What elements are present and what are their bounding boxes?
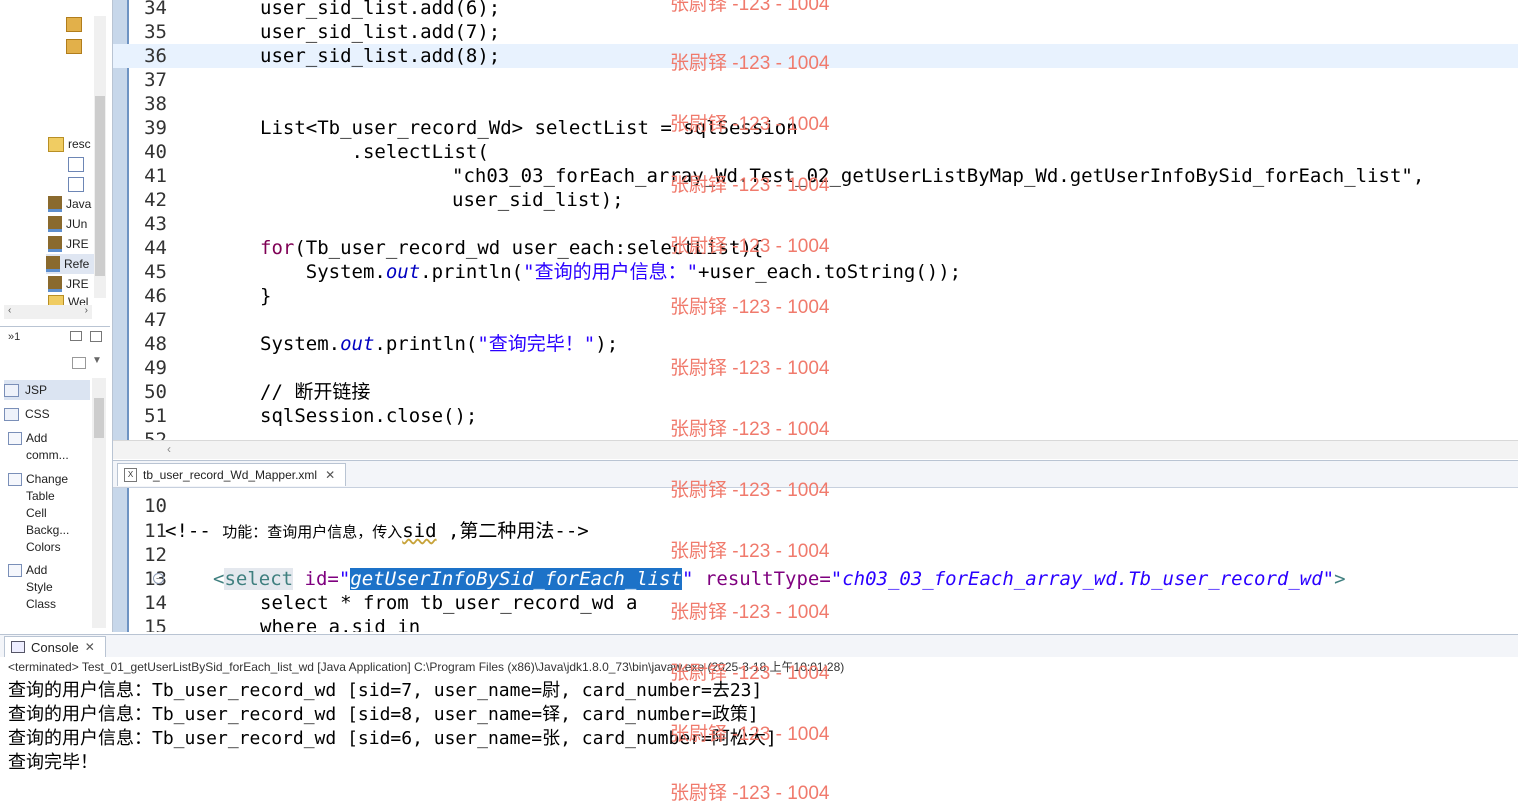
palette-item-add-style-class[interactable]: Add Style Class xyxy=(8,562,96,613)
tree-item[interactable]: JUn xyxy=(48,214,87,234)
watermark: 张尉铎 -123 - 1004 xyxy=(670,0,830,15)
watermark: 张尉铎 -123 - 1004 xyxy=(670,358,830,379)
scroll-right-icon[interactable]: › xyxy=(85,305,88,316)
palette-panel: JSP CSS Add comm... Change Table Cell Ba… xyxy=(0,378,110,632)
chevron-down-icon[interactable]: ▼ xyxy=(92,355,102,366)
watermark: 张尉铎 -123 - 1004 xyxy=(670,175,830,196)
snippet-icon xyxy=(8,564,22,577)
scroll-left-icon[interactable]: ‹ xyxy=(167,442,171,456)
view-menu-chevron[interactable]: »1 xyxy=(8,331,20,343)
code-line[interactable]: 48 System.out.println("查询完毕！"); xyxy=(113,332,1518,356)
code-line[interactable]: 40 .selectList( xyxy=(113,140,1518,164)
watermark: 张尉铎 -123 - 1004 xyxy=(670,419,830,440)
tree-item-selected[interactable]: Refe xyxy=(46,254,94,274)
palette-item-add-comment[interactable]: Add comm... xyxy=(8,430,96,464)
package-icon xyxy=(66,38,82,54)
close-icon[interactable]: ✕ xyxy=(325,468,335,482)
jsp-drawer-icon xyxy=(4,383,19,397)
close-icon[interactable]: ✕ xyxy=(85,640,95,654)
xml-file-icon xyxy=(68,176,84,192)
maximize-icon[interactable] xyxy=(90,331,102,342)
library-icon xyxy=(48,216,62,232)
tree-item[interactable]: Java xyxy=(48,194,91,214)
tree-item[interactable]: resc xyxy=(48,134,91,154)
code-line[interactable]: 38 xyxy=(113,92,1518,116)
watermark: 张尉铎 -123 - 1004 xyxy=(670,724,830,745)
palette-toolbar: »1 ▼ xyxy=(0,326,110,377)
snippet-icon xyxy=(8,473,22,486)
tab-mapper-xml[interactable]: X tb_user_record_Wd_Mapper.xml ✕ xyxy=(117,463,347,486)
minimize-icon[interactable] xyxy=(70,331,82,341)
code-line[interactable]: 43 xyxy=(113,212,1518,236)
code-line[interactable]: 13 − <select id="getUserInfoBySid_forEac… xyxy=(113,567,1518,591)
css-drawer-icon xyxy=(4,407,19,421)
xml-file-icon: X xyxy=(124,468,137,482)
tree-node[interactable] xyxy=(68,154,88,174)
palette-category-jsp[interactable]: JSP xyxy=(4,380,90,400)
tree-node[interactable] xyxy=(68,174,88,194)
palette-vertical-scrollbar[interactable] xyxy=(92,378,106,628)
folder-icon xyxy=(48,136,64,152)
console-output-line: 查询完毕！ xyxy=(8,752,98,773)
tree-vertical-scrollbar[interactable] xyxy=(94,16,106,298)
selected-text[interactable]: getUserInfoBySid_forEach_list xyxy=(350,568,683,590)
left-column: resc Java JUn JRE Refe JRE Wel ‹ › »1 ▼ … xyxy=(0,0,113,632)
watermark: 张尉铎 -123 - 1004 xyxy=(670,480,830,501)
watermark: 张尉铎 -123 - 1004 xyxy=(670,783,830,804)
watermark: 张尉铎 -123 - 1004 xyxy=(670,663,830,684)
scroll-thumb[interactable] xyxy=(94,398,104,438)
watermark: 张尉铎 -123 - 1004 xyxy=(670,541,830,562)
package-icon xyxy=(66,16,82,32)
scroll-thumb[interactable] xyxy=(95,96,105,276)
tree-node[interactable] xyxy=(66,36,86,56)
code-line[interactable]: 45 System.out.println("查询的用户信息："+user_ea… xyxy=(113,260,1518,284)
watermark: 张尉铎 -123 - 1004 xyxy=(670,53,830,74)
watermark: 张尉铎 -123 - 1004 xyxy=(670,602,830,623)
editor-horizontal-scrollbar[interactable]: ‹ xyxy=(113,440,1518,459)
fold-toggle-icon[interactable]: − xyxy=(153,573,164,584)
code-line[interactable]: 50// 断开链接 xyxy=(113,380,1518,404)
package-explorer: resc Java JUn JRE Refe JRE Wel ‹ › xyxy=(0,0,110,322)
library-icon xyxy=(48,276,62,292)
file-icon xyxy=(68,156,84,172)
tree-item[interactable]: JRE xyxy=(48,274,89,294)
console-output-line: 查询的用户信息：Tb_user_record_wd [sid=6, user_n… xyxy=(8,728,777,749)
palette-action-icon[interactable] xyxy=(72,357,86,369)
snippet-icon xyxy=(8,432,22,445)
scroll-left-icon[interactable]: ‹ xyxy=(8,305,11,316)
watermark: 张尉铎 -123 - 1004 xyxy=(670,236,830,257)
code-line[interactable]: 35 user_sid_list.add(7); xyxy=(113,20,1518,44)
watermark: 张尉铎 -123 - 1004 xyxy=(670,297,830,318)
library-icon xyxy=(48,196,62,212)
console-tabbar: Console ✕ xyxy=(0,634,1518,657)
watermark: 张尉铎 -123 - 1004 xyxy=(670,114,830,135)
tree-item[interactable]: JRE xyxy=(48,234,89,254)
tab-console[interactable]: Console ✕ xyxy=(4,636,106,657)
library-icon xyxy=(46,256,60,272)
palette-item-change-table-cell-colors[interactable]: Change Table Cell Backg... Colors xyxy=(8,471,96,556)
console-icon xyxy=(11,641,25,653)
code-line[interactable]: 11 <!-- 功能：查询用户信息，传入sid ,第二种用法--> xyxy=(113,519,1518,543)
console-output-line: 查询的用户信息：Tb_user_record_wd [sid=8, user_n… xyxy=(8,704,759,725)
library-icon xyxy=(48,236,62,252)
tree-node[interactable] xyxy=(66,14,86,34)
tree-horizontal-scrollbar[interactable]: ‹ › xyxy=(4,305,92,319)
console-output-line: 查询的用户信息：Tb_user_record_wd [sid=7, user_n… xyxy=(8,680,763,701)
palette-category-css[interactable]: CSS xyxy=(4,404,90,424)
